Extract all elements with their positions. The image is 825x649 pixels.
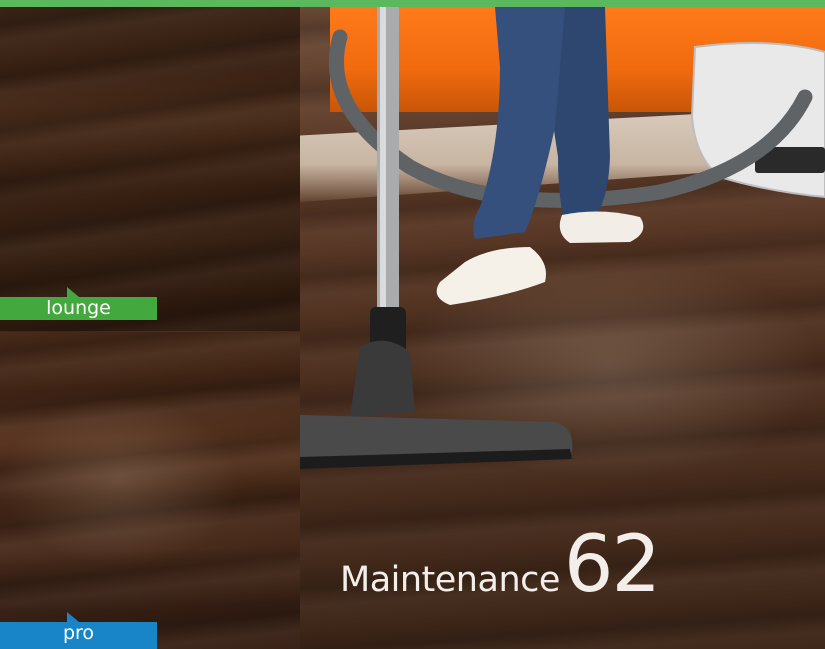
tag-notch-icon xyxy=(67,287,79,297)
pro-tag-label: pro xyxy=(62,622,95,644)
lounge-tag: lounge xyxy=(0,287,157,320)
section-caption: Maintenance62 xyxy=(340,520,661,610)
page-number: 62 xyxy=(563,520,661,610)
nozzle-head xyxy=(350,340,415,417)
pro-tag: pro xyxy=(0,612,157,649)
sample-divider xyxy=(0,331,300,332)
section-title: Maintenance xyxy=(340,560,560,600)
top-color-bar xyxy=(0,0,825,7)
shoe-back xyxy=(559,211,644,243)
shoe-front xyxy=(436,247,546,305)
tag-notch-icon xyxy=(67,612,79,622)
wood-sample-pro xyxy=(0,332,300,649)
lounge-tag-label: lounge xyxy=(46,297,111,319)
wood-sample-lounge xyxy=(0,7,300,332)
